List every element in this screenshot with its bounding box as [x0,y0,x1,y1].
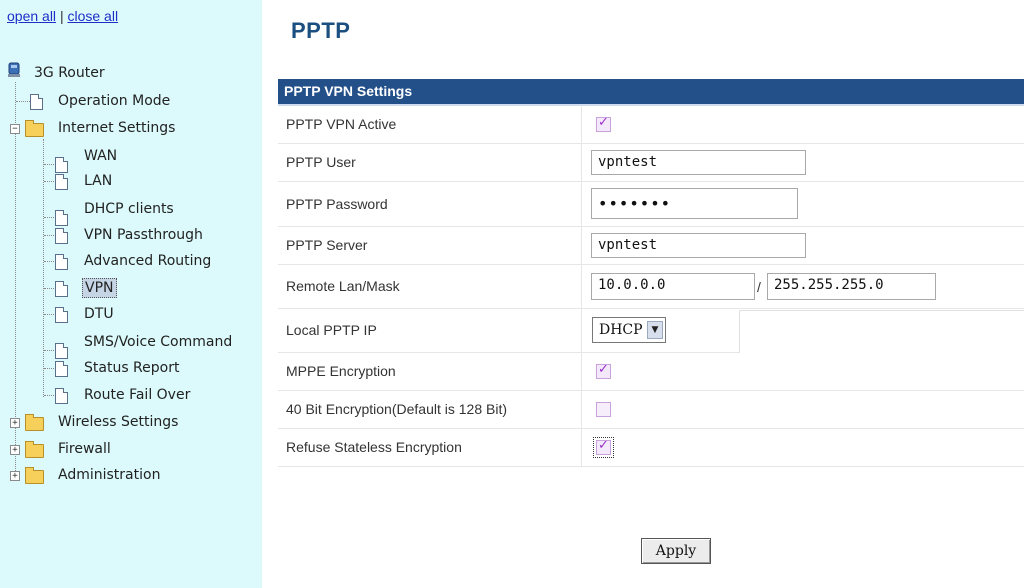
row-local-pptp-ip: Local PPTP IP DHCP II ▼ [278,309,1024,353]
sidebar-item-label: VPN [82,278,117,298]
check-mark-icon: ✓ [598,115,609,130]
page-icon [55,254,68,270]
page-icon [55,388,68,404]
sidebar-item-label: SMS/Voice Command [84,334,233,350]
chevron-down-icon: ▼ [647,321,663,339]
sidebar-item-sms-voice-command[interactable]: SMS/Voice Command [0,331,262,359]
row-pptp-password: PPTP Password ••••••• [278,182,1024,227]
expand-toggle-icon[interactable]: + [10,445,20,455]
row-vpn-active: PPTP VPN Active ✓ [278,106,1024,144]
sidebar-item-label: Advanced Routing [84,253,212,269]
vpn-active-checkbox[interactable]: ✓ [596,115,611,132]
sidebar-item-firewall[interactable]: + Firewall [0,438,262,460]
sidebar-item-label: Status Report [84,360,180,376]
page-icon [55,174,68,190]
mppe-encryption-checkbox[interactable]: ✓ [596,362,611,379]
row-mppe-encryption: MPPE Encryption ✓ [278,353,1024,391]
vpn-active-label: PPTP VPN Active [286,116,397,132]
link-separator: | [59,8,64,24]
table-header: PPTP VPN Settings [278,79,1024,106]
pptp-password-label: PPTP Password [286,196,388,212]
remote-mask-input[interactable]: 255.255.255.0 [767,273,936,300]
sidebar-item-vpn-passthrough[interactable]: VPN Passthrough [0,224,262,246]
tree-controls: open all | close all [7,8,118,24]
folder-icon [25,467,44,484]
lan-mask-separator: / [757,279,761,295]
sidebar-item-label: Administration [58,467,161,483]
remote-lan-mask-label: Remote Lan/Mask [286,278,400,294]
remote-lan-input[interactable]: 10.0.0.0 [591,273,755,300]
sidebar-item-internet-settings[interactable]: − Internet Settings [0,117,262,139]
collapse-toggle-icon[interactable]: − [10,124,20,134]
close-all-link[interactable]: close all [67,8,118,24]
expand-toggle-icon[interactable]: + [10,471,20,481]
open-all-link[interactable]: open all [7,8,56,24]
page-title: PPTP [291,18,351,43]
mppe-encryption-label: MPPE Encryption [286,363,396,379]
sidebar-item-label: Wireless Settings [58,414,179,430]
sidebar-item-dhcp-clients[interactable]: DHCP clients [0,198,262,226]
row-remote-lan-mask: Remote Lan/Mask 10.0.0.0 / 255.255.255.0 [278,265,1024,309]
sidebar-item-wan[interactable]: WAN [0,145,262,173]
pptp-user-label: PPTP User [286,154,356,170]
folder-icon [25,414,44,431]
sidebar-item-label: DHCP clients [84,201,174,217]
row-pptp-server: PPTP Server vpntest [278,227,1024,265]
sidebar-item-label: LAN [84,173,113,189]
sidebar-item-operation-mode[interactable]: Operation Mode [0,90,262,112]
sidebar-item-label: Internet Settings [58,120,176,136]
page-icon [55,281,68,297]
local-pptp-ip-select[interactable]: DHCP II ▼ [592,317,666,343]
sidebar-item-label: DTU [84,306,114,322]
sidebar-item-advanced-routing[interactable]: Advanced Routing [0,250,262,272]
pptp-server-label: PPTP Server [286,237,368,253]
sidebar-item-lan[interactable]: LAN [0,170,262,192]
page-icon [55,307,68,323]
tree-root-label: 3G Router [34,65,105,81]
sidebar-item-wireless-settings[interactable]: + Wireless Settings [0,411,262,433]
40bit-encryption-label: 40 Bit Encryption(Default is 128 Bit) [286,401,507,417]
check-mark-icon: ✓ [598,362,609,377]
page-icon [30,94,43,110]
pptp-password-input[interactable]: ••••••• [591,188,798,219]
folder-icon [25,441,44,458]
local-pptp-ip-field [739,310,1024,353]
sidebar-item-administration[interactable]: + Administration [0,464,262,486]
pptp-user-input[interactable]: vpntest [591,150,806,175]
pptp-settings-table: PPTP VPN Settings PPTP VPN Active ✓ PPTP… [278,79,1024,467]
pptp-server-input[interactable]: vpntest [591,233,806,258]
sidebar-item-label: Operation Mode [58,93,171,109]
tree-root[interactable]: 3G Router [0,62,262,84]
row-pptp-user: PPTP User vpntest [278,144,1024,182]
sidebar-item-label: WAN [84,148,118,164]
check-mark-icon: ✓ [598,438,609,453]
sidebar-item-label: VPN Passthrough [84,227,203,243]
open-folder-icon [25,120,44,137]
sidebar-item-route-fail-over[interactable]: Route Fail Over [0,384,262,406]
sidebar-item-dtu[interactable]: DTU [0,303,262,325]
page-icon [55,228,68,244]
expand-toggle-icon[interactable]: + [10,418,20,428]
row-40bit-encryption: 40 Bit Encryption(Default is 128 Bit) [278,391,1024,429]
row-refuse-stateless-encryption: Refuse Stateless Encryption ✓ [278,429,1024,467]
sidebar-item-label: Route Fail Over [84,387,191,403]
sidebar-item-label: Firewall [58,441,111,457]
refuse-stateless-encryption-label: Refuse Stateless Encryption [286,439,462,455]
sidebar-item-vpn[interactable]: VPN [0,277,262,299]
refuse-stateless-encryption-checkbox[interactable]: ✓ [593,437,614,458]
apply-button[interactable]: Apply [641,538,711,564]
page-icon [55,361,68,377]
local-pptp-ip-label: Local PPTP IP [286,322,377,338]
sidebar: open all | close all 3G Router Operation… [0,0,262,588]
sidebar-item-status-report[interactable]: Status Report [0,357,262,379]
40bit-encryption-checkbox[interactable] [596,402,611,417]
